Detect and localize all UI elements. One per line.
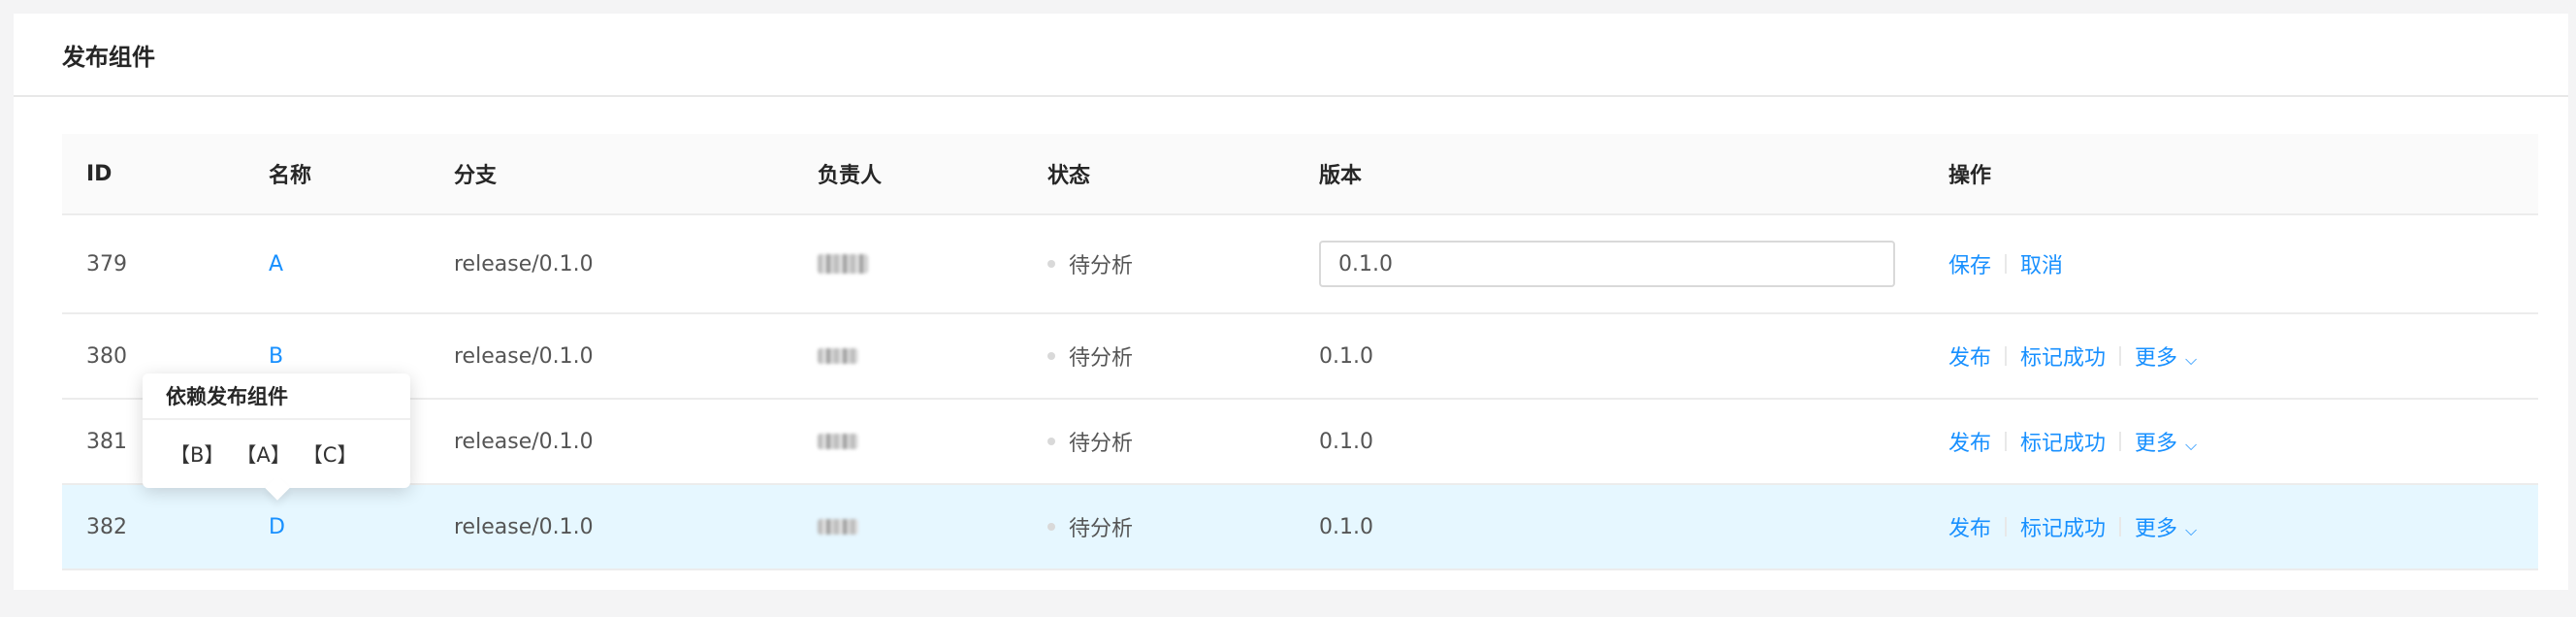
dependency-popover: 依赖发布组件 【B】 【A】 【C】 <box>143 373 410 501</box>
row-branch: release/0.1.0 <box>454 343 594 369</box>
owner-avatar-blurred <box>818 434 858 449</box>
row-branch: release/0.1.0 <box>454 429 594 454</box>
header-ops: 操作 <box>1948 164 1992 188</box>
dependency-item: 【B】 <box>170 443 225 467</box>
table-row: 382 D release/0.1.0 待分析 0.1.0 发布 标记成功 更多… <box>62 485 2538 570</box>
owner-avatar-blurred <box>818 348 858 364</box>
row-branch: release/0.1.0 <box>454 251 594 276</box>
status-text: 待分析 <box>1069 432 1134 456</box>
row-version: 0.1.0 <box>1319 429 1373 454</box>
more-label: 更多 <box>2135 517 2178 541</box>
component-name-link[interactable]: B <box>269 344 283 369</box>
divider <box>2119 346 2122 366</box>
header-version: 版本 <box>1319 164 1363 188</box>
row-id: 379 <box>86 251 127 276</box>
mark-success-button[interactable]: 标记成功 <box>2020 341 2106 372</box>
components-table: ID 名称 分支 负责人 状态 版本 操作 379 A release/0.1.… <box>62 134 2538 570</box>
dependency-item: 【A】 <box>236 443 291 467</box>
row-version: 0.1.0 <box>1319 343 1373 369</box>
dependency-item: 【C】 <box>302 443 358 467</box>
more-dropdown[interactable]: 更多 ⌵ <box>2135 341 2197 372</box>
owner-avatar-blurred <box>818 519 858 535</box>
component-name-link[interactable]: A <box>269 252 283 276</box>
status-badge: 待分析 <box>1047 314 1133 398</box>
divider <box>2119 432 2122 451</box>
header-status: 状态 <box>1047 164 1091 188</box>
divider <box>2005 254 2008 274</box>
publish-button[interactable]: 发布 <box>1948 341 1991 372</box>
publish-button[interactable]: 发布 <box>1948 426 1991 457</box>
status-badge: 待分析 <box>1047 215 1133 312</box>
divider <box>2005 346 2008 366</box>
divider <box>2119 517 2122 536</box>
table-row: 380 B release/0.1.0 待分析 0.1.0 发布 标记成功 更多… <box>62 314 2538 400</box>
publish-button[interactable]: 发布 <box>1948 511 1991 542</box>
cancel-button[interactable]: 取消 <box>2020 248 2063 279</box>
page-title: 发布组件 <box>62 43 155 71</box>
divider <box>2005 517 2008 536</box>
status-text: 待分析 <box>1069 346 1134 371</box>
status-dot-icon <box>1047 438 1055 445</box>
owner-avatar-blurred <box>818 254 868 274</box>
header-id: ID <box>86 161 113 186</box>
more-label: 更多 <box>2135 346 2178 371</box>
status-dot-icon <box>1047 260 1055 268</box>
more-dropdown[interactable]: 更多 ⌵ <box>2135 511 2197 542</box>
row-id: 381 <box>86 429 127 454</box>
table-row: 379 A release/0.1.0 待分析 保存 取消 <box>62 215 2538 314</box>
publish-components-card: 发布组件 ID 名称 分支 负责人 状态 版本 操作 379 A release… <box>14 14 2568 590</box>
status-badge: 待分析 <box>1047 485 1133 568</box>
row-version: 0.1.0 <box>1319 514 1373 539</box>
row-id: 380 <box>86 343 127 369</box>
table-row: 381 C release/0.1.0 待分析 0.1.0 发布 标记成功 更多… <box>62 400 2538 485</box>
card-header: 发布组件 <box>14 14 2568 97</box>
mark-success-button[interactable]: 标记成功 <box>2020 426 2106 457</box>
status-text: 待分析 <box>1069 254 1134 278</box>
chevron-down-icon: ⌵ <box>2185 436 2198 454</box>
more-dropdown[interactable]: 更多 ⌵ <box>2135 426 2197 457</box>
row-id: 382 <box>86 514 127 539</box>
table-header: ID 名称 分支 负责人 状态 版本 操作 <box>62 134 2538 215</box>
header-branch: 分支 <box>454 164 498 188</box>
row-branch: release/0.1.0 <box>454 514 594 539</box>
divider <box>2005 432 2008 451</box>
chevron-down-icon: ⌵ <box>2185 350 2198 369</box>
more-label: 更多 <box>2135 432 2178 456</box>
status-dot-icon <box>1047 352 1055 360</box>
status-dot-icon <box>1047 523 1055 531</box>
header-name: 名称 <box>269 164 312 188</box>
version-input[interactable] <box>1319 241 1895 287</box>
popover-title: 依赖发布组件 <box>143 373 410 420</box>
status-text: 待分析 <box>1069 517 1134 541</box>
header-owner: 负责人 <box>818 164 883 188</box>
mark-success-button[interactable]: 标记成功 <box>2020 511 2106 542</box>
chevron-down-icon: ⌵ <box>2185 521 2198 539</box>
status-badge: 待分析 <box>1047 400 1133 483</box>
component-name-link[interactable]: D <box>269 515 285 539</box>
save-button[interactable]: 保存 <box>1948 248 1991 279</box>
